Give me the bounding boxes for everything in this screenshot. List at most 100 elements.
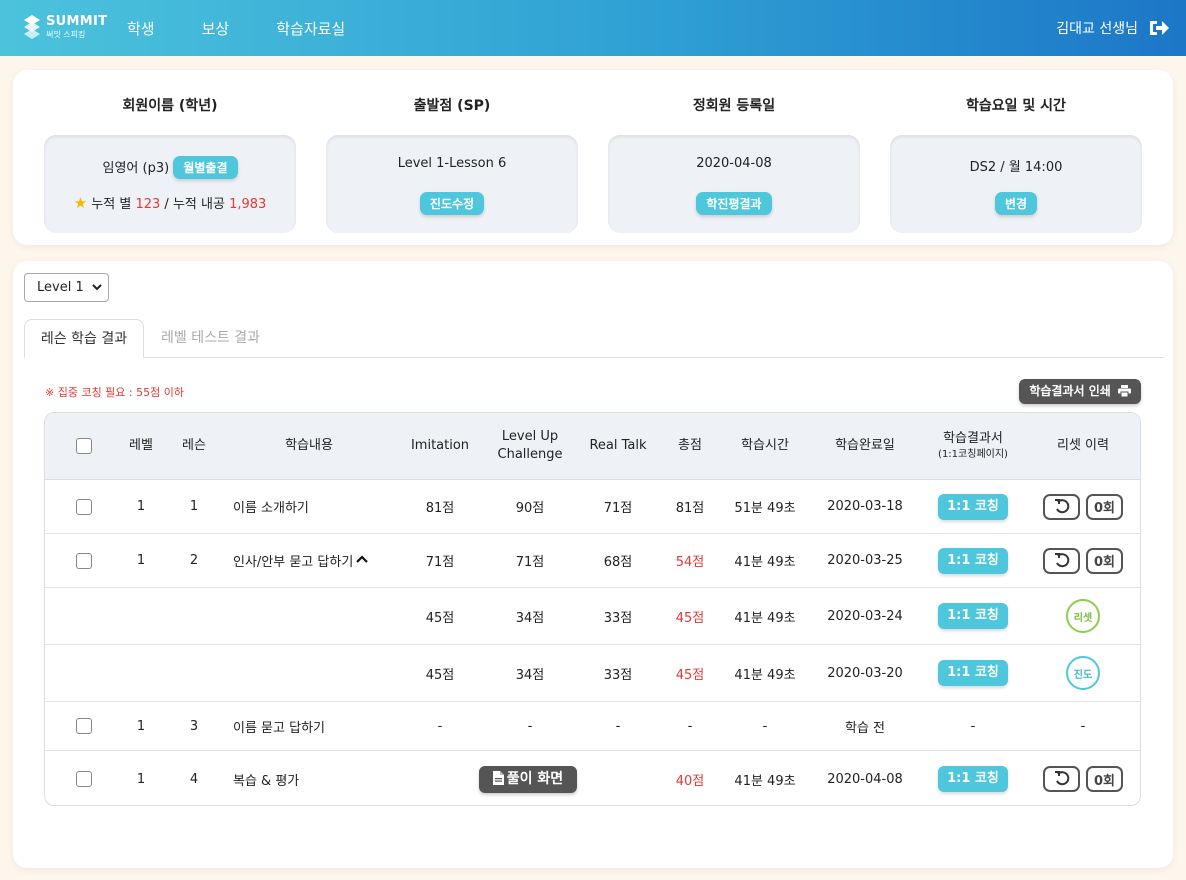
- row-study-time: 41분 49초: [734, 610, 796, 626]
- reset-button[interactable]: [1043, 766, 1080, 792]
- table-header: 레벨 레슨 학습내용 Imitation Level Up Challenge …: [45, 413, 1140, 480]
- header-realtalk: Real Talk: [589, 437, 647, 453]
- row-lesson: 1: [189, 499, 199, 514]
- reset-button[interactable]: [1043, 547, 1080, 574]
- student-info-card: 회원이름 (학년) 임영어 (p3) 월별출결 ★ 누적 별 123 / 누적 …: [13, 70, 1173, 245]
- header-levelup-line1: Level Up: [501, 428, 559, 444]
- table-subrow: 45점 34점 33점 45점 41분 49초 2020-03-20 1:1 코…: [45, 645, 1140, 702]
- table-row: 1 2 인사/안부 묻고 답하기 71점 71점 68점 54점 41분 49초…: [45, 534, 1140, 588]
- row-checkbox[interactable]: [76, 498, 92, 515]
- start-point-title: 출발점 (SP): [413, 98, 491, 114]
- change-schedule-button[interactable]: 변경: [994, 192, 1038, 215]
- row-levelup: 90점: [515, 501, 545, 516]
- row-content-cell: 인사/안부 묻고 답하기: [233, 534, 403, 587]
- coaching-button[interactable]: 1:1 코칭: [938, 603, 1008, 629]
- schedule-value: DS2 / 월 14:00: [969, 160, 1063, 175]
- row-complete-date: 2020-03-20: [827, 665, 903, 681]
- nav-materials[interactable]: 학습자료실: [276, 18, 345, 39]
- level-select[interactable]: Level 1: [24, 273, 109, 302]
- header-content: 학습내용: [285, 437, 333, 453]
- row-imitation: 71점: [425, 555, 455, 570]
- row-checkbox[interactable]: [76, 552, 92, 569]
- monthly-attendance-button[interactable]: 월별출결: [173, 156, 238, 179]
- summit-logo-icon: [22, 13, 42, 41]
- header-study-time: 학습시간: [741, 437, 789, 453]
- user-area: 김대교 선생님: [1056, 0, 1170, 56]
- row-realtalk: 68점: [603, 555, 633, 570]
- coaching-button[interactable]: 1:1 코칭: [938, 766, 1008, 792]
- member-title: 회원이름 (학년): [122, 98, 218, 114]
- row-study-time: 41분 49초: [734, 667, 796, 683]
- start-point-box: Level 1-Lesson 6 진도수정: [326, 135, 578, 233]
- schedule-title: 학습요일 및 시간: [966, 98, 1066, 114]
- coaching-button[interactable]: 1:1 코칭: [938, 493, 1008, 520]
- registration-title: 정회원 등록일: [692, 98, 776, 114]
- table-row: 1 3 이름 묻고 답하기 - - - - - 학습 전 - -: [45, 702, 1140, 751]
- reset-button[interactable]: [1043, 493, 1080, 520]
- member-info: 회원이름 (학년) 임영어 (p3) 월별출결 ★ 누적 별 123 / 누적 …: [44, 70, 296, 233]
- member-box: 임영어 (p3) 월별출결 ★ 누적 별 123 / 누적 내공 1,983: [44, 135, 296, 233]
- row-total: 45점: [675, 667, 705, 683]
- star-icon: ★: [73, 194, 88, 212]
- reset-count: 0회: [1086, 766, 1123, 792]
- reset-status-badge: 리셋: [1066, 599, 1100, 633]
- schedule-info: 학습요일 및 시간 DS2 / 월 14:00 변경: [890, 70, 1142, 233]
- header-reset-history: 리셋 이력: [1057, 437, 1109, 453]
- schedule-box: DS2 / 월 14:00 변경: [890, 135, 1142, 233]
- header-complete-date: 학습완료일: [835, 437, 895, 453]
- chevron-up-icon[interactable]: [356, 553, 369, 568]
- row-checkbox[interactable]: [76, 718, 92, 734]
- start-point-value: Level 1-Lesson 6: [397, 156, 507, 171]
- lesson-results-card: Level 1 레슨 학습 결과 레벨 테스트 결과 ※ 집중 코칭 필요 : …: [13, 261, 1173, 868]
- print-report-button[interactable]: 학습결과서 인쇄: [1019, 379, 1141, 404]
- registration-info: 정회원 등록일 2020-04-08 학진평결과: [608, 70, 860, 233]
- row-level: 1: [136, 553, 146, 568]
- row-study-time: 41분 49초: [734, 773, 796, 789]
- row-total: 40점: [675, 773, 705, 789]
- header-report: 학습결과서 (1:1코칭페이지): [925, 413, 1021, 479]
- row-content: 이름 묻고 답하기: [233, 720, 325, 736]
- summit-logo[interactable]: SUMMIT 써밋 스피킹: [22, 13, 107, 41]
- row-report: -: [970, 718, 976, 734]
- row-realtalk: 33점: [603, 610, 633, 626]
- reset-count: 0회: [1086, 547, 1123, 574]
- result-tabs: 레슨 학습 결과 레벨 테스트 결과: [24, 319, 1163, 358]
- row-total: -: [687, 718, 693, 734]
- row-realtalk: 71점: [603, 501, 633, 516]
- placement-result-button[interactable]: 학진평결과: [696, 192, 772, 215]
- start-point-info: 출발점 (SP) Level 1-Lesson 6 진도수정: [326, 70, 578, 233]
- row-lesson: 3: [189, 718, 199, 734]
- header-level: 레벨: [129, 437, 153, 453]
- select-all-checkbox[interactable]: [76, 438, 92, 454]
- coaching-note: ※ 집중 코칭 필요 : 55점 이하: [45, 386, 184, 399]
- header-report-line2: (1:1코칭페이지): [938, 449, 1008, 461]
- row-level: 1: [136, 718, 146, 734]
- header-lesson: 레슨: [182, 437, 206, 453]
- row-level: 1: [136, 771, 146, 787]
- row-complete-date: 2020-03-25: [827, 553, 903, 568]
- chevron-down-icon: [92, 274, 102, 311]
- solution-screen-button[interactable]: 풀이 화면: [478, 765, 578, 793]
- nav-rewards[interactable]: 보상: [202, 18, 230, 39]
- registration-date: 2020-04-08: [696, 156, 772, 171]
- nav-students[interactable]: 학생: [127, 18, 155, 39]
- undo-icon: [1054, 552, 1069, 567]
- row-levelup: 34점: [515, 610, 545, 626]
- header-total: 총점: [678, 437, 702, 453]
- stars-count: 123: [135, 197, 161, 212]
- row-levelup: -: [527, 718, 533, 734]
- row-study-time: -: [762, 718, 768, 734]
- top-nav-bar: SUMMIT 써밋 스피킹 학생 보상 학습자료실 김대교 선생님: [0, 0, 1186, 56]
- row-lesson: 4: [189, 771, 199, 787]
- row-study-time: 41분 49초: [734, 555, 796, 570]
- coaching-button[interactable]: 1:1 코칭: [938, 660, 1008, 686]
- coaching-button[interactable]: 1:1 코칭: [938, 547, 1008, 574]
- edit-progress-button[interactable]: 진도수정: [419, 192, 485, 215]
- logout-icon[interactable]: [1148, 18, 1170, 38]
- tab-level-test-results[interactable]: 레벨 테스트 결과: [161, 319, 260, 358]
- user-name: 김대교 선생님: [1056, 21, 1138, 37]
- header-levelup-line2: Challenge: [497, 447, 563, 462]
- row-checkbox[interactable]: [76, 771, 92, 787]
- tab-lesson-results[interactable]: 레슨 학습 결과: [24, 319, 144, 358]
- header-report-line1: 학습결과서: [943, 430, 1003, 446]
